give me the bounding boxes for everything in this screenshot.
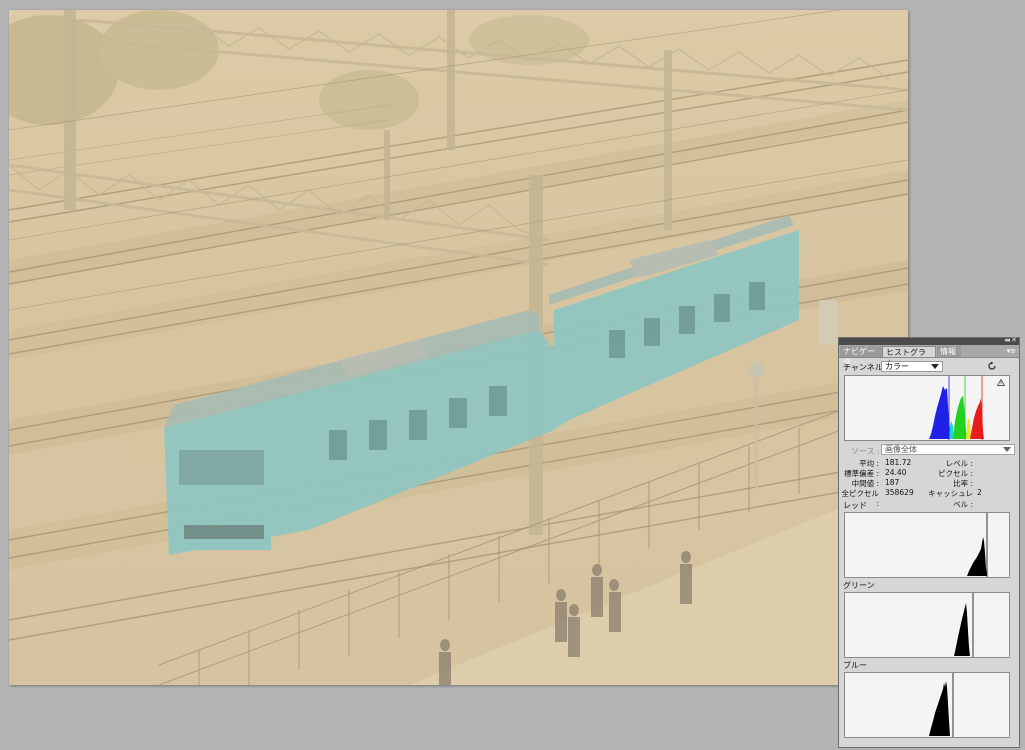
image-canvas[interactable] bbox=[9, 10, 908, 685]
stat-pixels-value: 358629 bbox=[885, 488, 914, 497]
channel-select-value: カラー bbox=[885, 362, 909, 371]
green-channel-label: グリーン bbox=[843, 581, 875, 590]
channel-select[interactable]: カラー bbox=[881, 361, 943, 372]
stat-mean-value: 181.72 bbox=[885, 458, 912, 467]
histogram-panel: ◂◂ ✕ ナビゲータ ヒストグラム 情報 ▾≡ チャンネル： カラー bbox=[838, 336, 1020, 748]
panel-titlebar[interactable]: ◂◂ ✕ bbox=[839, 336, 1019, 345]
panel-tabbar: ナビゲータ ヒストグラム 情報 ▾≡ bbox=[839, 345, 1019, 368]
stat-cache-label: キャッシュレベル : bbox=[928, 489, 973, 509]
source-select-value: 画像全体 bbox=[885, 445, 917, 454]
close-icon[interactable]: ✕ bbox=[1011, 336, 1017, 344]
stats-block: 平均 : 181.72 標準偏差 : 24.40 中間値 : 187 全ピクセル… bbox=[839, 458, 1019, 509]
red-histogram-graph bbox=[967, 513, 988, 577]
source-select[interactable]: 画像全体 bbox=[881, 444, 1015, 455]
stat-cache-value: 2 bbox=[977, 488, 982, 497]
source-label: ソース : bbox=[851, 447, 880, 456]
green-histogram-graph bbox=[954, 593, 974, 657]
tab-info[interactable]: 情報 bbox=[937, 346, 961, 357]
chevron-down-icon bbox=[1003, 447, 1011, 452]
tab-histogram[interactable]: ヒストグラム bbox=[882, 346, 936, 368]
color-histogram-graph bbox=[929, 376, 984, 440]
tab-navigator[interactable]: ナビゲータ bbox=[840, 346, 882, 367]
color-histogram bbox=[844, 375, 1010, 441]
warning-icon[interactable] bbox=[997, 379, 1005, 386]
train-photo bbox=[9, 10, 908, 685]
red-histogram bbox=[844, 512, 1010, 578]
chevron-down-icon bbox=[931, 364, 939, 369]
collapse-icon[interactable]: ◂◂ bbox=[1004, 336, 1010, 344]
stat-median-value: 187 bbox=[885, 478, 900, 487]
blue-histogram bbox=[844, 672, 1010, 738]
refresh-icon[interactable] bbox=[987, 361, 997, 371]
blue-channel-label: ブルー bbox=[843, 661, 867, 670]
panel-menu-icon[interactable]: ▾≡ bbox=[1007, 347, 1016, 355]
green-histogram bbox=[844, 592, 1010, 658]
stat-stddev-value: 24.40 bbox=[885, 468, 907, 477]
blue-histogram-graph bbox=[929, 673, 954, 737]
red-channel-label: レッド bbox=[843, 501, 867, 510]
